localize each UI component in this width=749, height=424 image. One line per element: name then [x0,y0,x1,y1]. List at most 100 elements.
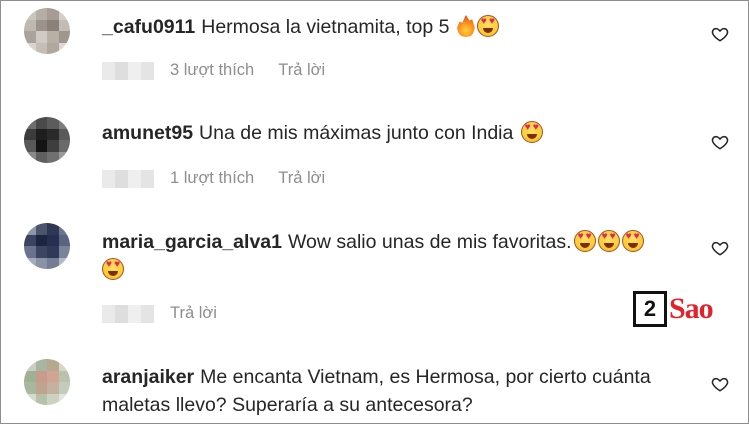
avatar-pixel [24,42,36,54]
avatar-pixel [35,117,47,129]
avatar-pixel [24,382,36,394]
avatar-pixel [58,42,70,54]
avatar-pixel [47,140,59,152]
avatar-pixel [58,128,70,140]
avatar-pixel [24,151,36,163]
avatar-pixel [35,128,47,140]
avatar-pixel [24,370,36,382]
comment-username[interactable]: aranjaiker [102,366,194,388]
avatar-pixel [47,246,59,258]
like-heart-icon[interactable] [711,375,729,393]
avatar[interactable] [24,223,70,269]
comment-body: maria_garcia_alva1 Wow salio unas de mis … [102,228,692,284]
avatar-pixel [58,151,70,163]
comment-text: Una de mis máximas junto con India [199,122,514,144]
avatar-pixel [47,31,59,43]
avatar-pixel [47,359,59,371]
blurred-timestamp [102,169,154,188]
reply-button[interactable]: Trả lời [170,304,217,323]
comment-body: amunet95 Una de mis máximas junto con Ind… [102,119,682,147]
comment-username[interactable]: maria_garcia_alva1 [102,231,282,253]
avatar[interactable] [24,117,70,163]
avatar-pixel [35,19,47,31]
watermark-brand: Sao [669,292,714,325]
avatar-pixel [24,140,36,152]
blurred-timestamp [102,61,154,80]
reply-button[interactable]: Trả lời [278,61,325,80]
avatar-pixel [35,246,47,258]
avatar-pixel [24,246,36,258]
like-heart-icon[interactable] [711,25,729,43]
comment-username[interactable]: amunet95 [102,122,193,144]
avatar-pixel [24,31,36,43]
avatar-pixel [24,117,36,129]
avatar-pixel [24,8,36,20]
avatar-pixel [58,246,70,258]
avatar[interactable] [24,359,70,405]
comment-text: Wow salio unas de mis favoritas. [287,231,572,253]
heart-eyes-emoji-icon [597,230,620,252]
blurred-timestamp [102,304,154,323]
avatar-pixel [35,8,47,20]
avatar-pixel [35,382,47,394]
avatar-pixel [58,19,70,31]
comment-username[interactable]: _cafu0911 [102,16,195,38]
avatar-pixel [58,117,70,129]
avatar-pixel [24,257,36,269]
avatar-pixel [47,370,59,382]
avatar-pixel [35,42,47,54]
avatar-pixel [58,382,70,394]
like-heart-icon[interactable] [711,239,729,257]
heart-eyes-emoji-icon [476,15,499,37]
avatar-pixel [58,31,70,43]
avatar-pixel [58,359,70,371]
avatar-pixel [58,223,70,235]
comment-text: Hermosa la vietnamita, top 5 [201,16,450,38]
avatar-pixel [47,8,59,20]
comment-body: _cafu0911 Hermosa la vietnamita, top 5 [102,13,682,41]
avatar-pixel [47,42,59,54]
avatar-pixel [35,140,47,152]
avatar-pixel [47,234,59,246]
like-count[interactable]: 1 lượt thích [170,169,254,188]
avatar-pixel [47,117,59,129]
heart-eyes-emoji-icon [573,230,596,252]
like-heart-icon[interactable] [711,133,729,151]
avatar[interactable] [24,8,70,54]
comments-panel: { "comments": [ { "username": "_cafu0911… [0,0,749,424]
avatar-pixel [47,19,59,31]
avatar-pixel [24,393,36,405]
avatar-pixel [58,393,70,405]
avatar-pixel [35,223,47,235]
avatar-pixel [24,223,36,235]
avatar-pixel [35,31,47,43]
avatar-pixel [24,359,36,371]
avatar-pixel [35,370,47,382]
avatar-pixel [47,393,59,405]
heart-eyes-emoji-icon [102,258,124,280]
watermark-logo: 2 Sao [633,289,714,329]
heart-eyes-emoji-icon [621,230,644,252]
comment-meta: Trả lời [102,304,217,323]
avatar-pixel [47,151,59,163]
avatar-pixel [58,140,70,152]
comment-body: aranjaiker Me encanta Vietnam, es Hermosa… [102,363,692,419]
avatar-pixel [35,393,47,405]
avatar-pixel [47,257,59,269]
heart-eyes-emoji-icon [520,121,543,143]
avatar-pixel [58,257,70,269]
comment-meta: 3 lượt thích Trả lời [102,61,325,80]
avatar-pixel [35,359,47,371]
avatar-pixel [24,19,36,31]
like-count[interactable]: 3 lượt thích [170,61,254,80]
comment-meta: 1 lượt thích Trả lời [102,169,325,188]
avatar-pixel [47,128,59,140]
avatar-pixel [35,151,47,163]
fire-emoji-icon [456,15,475,37]
avatar-pixel [58,234,70,246]
avatar-pixel [47,223,59,235]
avatar-pixel [35,234,47,246]
avatar-pixel [24,128,36,140]
reply-button[interactable]: Trả lời [278,169,325,188]
avatar-pixel [35,257,47,269]
